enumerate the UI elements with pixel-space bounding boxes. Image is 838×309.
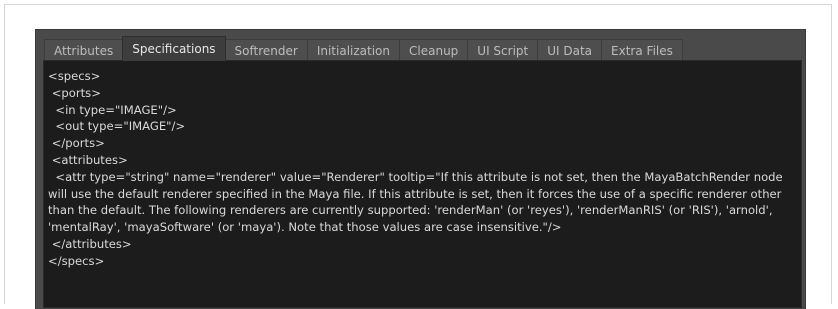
node-editor-panel: Attributes Specifications Softrender Ini… [35, 29, 806, 309]
tab-extra-files[interactable]: Extra Files [601, 39, 683, 61]
tab-specifications[interactable]: Specifications [122, 36, 226, 61]
tab-bar: Attributes Specifications Softrender Ini… [44, 36, 683, 61]
tab-softrender[interactable]: Softrender [224, 39, 308, 61]
tab-ui-data[interactable]: UI Data [537, 39, 603, 61]
tab-ui-script[interactable]: UI Script [467, 39, 539, 61]
page-frame: Attributes Specifications Softrender Ini… [4, 4, 832, 309]
tab-cleanup[interactable]: Cleanup [399, 39, 469, 61]
specifications-text-editor[interactable]: <specs> <ports> <in type="IMAGE"/> <out … [43, 60, 802, 308]
tab-initialization[interactable]: Initialization [306, 39, 401, 61]
specifications-code[interactable]: <specs> <ports> <in type="IMAGE"/> <out … [48, 68, 798, 270]
tab-attributes[interactable]: Attributes [44, 39, 124, 61]
